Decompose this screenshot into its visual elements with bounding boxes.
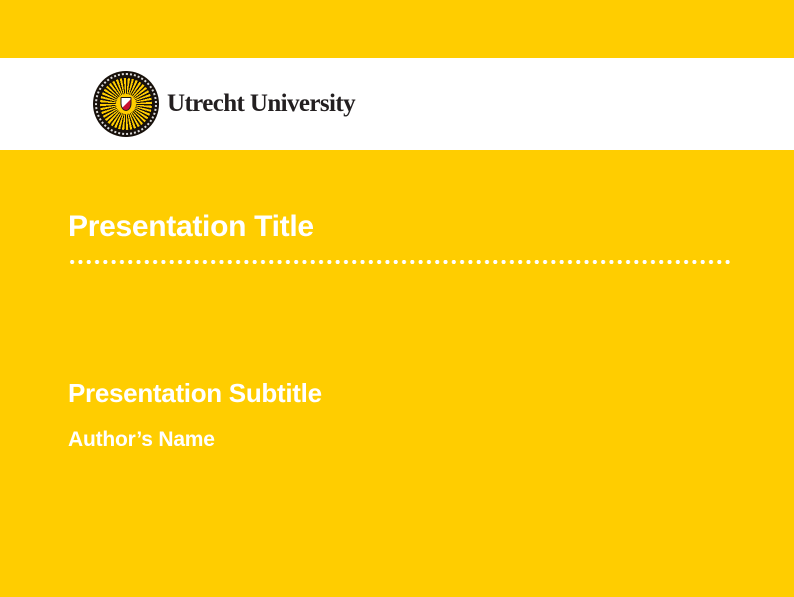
title-dotted-rule <box>68 259 730 265</box>
university-wordmark: Utrecht University <box>167 90 355 118</box>
logo-band: Utrecht University <box>0 58 794 150</box>
slide-body: Presentation Title Presentation Subtitle… <box>0 150 794 597</box>
presentation-title: Presentation Title <box>68 212 314 242</box>
author-name: Author’s Name <box>68 429 215 450</box>
presentation-subtitle: Presentation Subtitle <box>68 380 322 406</box>
top-accent-bar <box>0 0 794 58</box>
title-slide: Utrecht University Presentation Title Pr… <box>0 0 794 597</box>
utrecht-university-sun-seal-icon <box>93 71 159 137</box>
